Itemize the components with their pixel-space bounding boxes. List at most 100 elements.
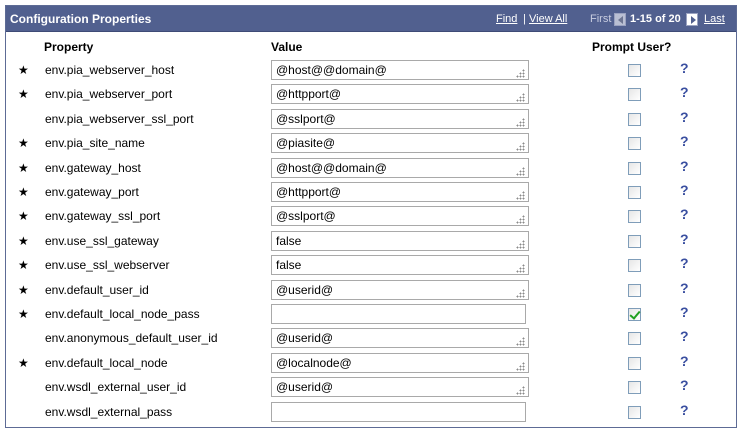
table-row: ★ env.default_user_id? xyxy=(6,280,736,302)
prompt-user-checkbox[interactable] xyxy=(628,235,641,248)
help-icon[interactable]: ? xyxy=(680,84,689,100)
table-row: env.wsdl_external_pass? xyxy=(6,402,736,424)
property-name: env.default_local_node xyxy=(45,356,168,370)
table-row: ★ env.pia_webserver_host? xyxy=(6,60,736,82)
property-value-input[interactable] xyxy=(271,280,529,300)
table-row: env.anonymous_default_user_id? xyxy=(6,328,736,350)
resize-grip-icon[interactable] xyxy=(516,69,525,78)
property-name: env.gateway_ssl_port xyxy=(45,209,161,223)
help-icon[interactable]: ? xyxy=(680,304,689,320)
help-icon[interactable]: ? xyxy=(680,206,689,222)
resize-grip-icon[interactable] xyxy=(516,337,525,346)
prompt-user-checkbox[interactable] xyxy=(628,284,641,297)
resize-grip-icon[interactable] xyxy=(516,93,525,102)
help-icon[interactable]: ? xyxy=(680,402,689,418)
property-name: env.pia_webserver_host xyxy=(45,63,175,77)
property-name: env.use_ssl_gateway xyxy=(45,234,159,248)
property-value-input[interactable] xyxy=(271,231,529,251)
prompt-user-checkbox[interactable] xyxy=(628,88,641,101)
property-value-input[interactable] xyxy=(271,60,529,80)
required-star-icon: ★ xyxy=(18,258,29,272)
property-name: env.wsdl_external_pass xyxy=(45,405,173,419)
property-name: env.default_local_node_pass xyxy=(45,307,200,321)
table-row: ★ env.pia_webserver_port? xyxy=(6,84,736,106)
required-star-icon: ★ xyxy=(18,185,29,199)
required-star-icon: ★ xyxy=(18,356,29,370)
property-name: env.wsdl_external_user_id xyxy=(45,380,187,394)
table-row: ★ env.use_ssl_webserver? xyxy=(6,255,736,277)
resize-grip-icon[interactable] xyxy=(516,191,525,200)
prompt-user-checkbox[interactable] xyxy=(628,308,641,321)
view-all-link[interactable]: View All xyxy=(529,13,567,25)
help-icon[interactable]: ? xyxy=(680,280,689,296)
resize-grip-icon[interactable] xyxy=(516,118,525,127)
table-row: ★ env.pia_site_name? xyxy=(6,133,736,155)
prompt-user-checkbox[interactable] xyxy=(628,64,641,77)
prompt-user-checkbox[interactable] xyxy=(628,162,641,175)
resize-grip-icon[interactable] xyxy=(516,264,525,273)
prompt-user-checkbox[interactable] xyxy=(628,381,641,394)
resize-grip-icon[interactable] xyxy=(516,215,525,224)
table-row: ★ env.gateway_host? xyxy=(6,158,736,180)
prompt-user-column-header: Prompt User? xyxy=(592,40,672,54)
help-icon[interactable]: ? xyxy=(680,255,689,271)
help-icon[interactable]: ? xyxy=(680,231,689,247)
help-icon[interactable]: ? xyxy=(680,158,689,174)
property-value-input[interactable] xyxy=(271,255,529,275)
value-column-header: Value xyxy=(271,40,303,54)
required-star-icon: ★ xyxy=(18,87,29,101)
property-name: env.use_ssl_webserver xyxy=(45,258,170,272)
property-name: env.pia_site_name xyxy=(45,136,145,150)
help-icon[interactable]: ? xyxy=(680,109,689,125)
property-name: env.pia_webserver_ssl_port xyxy=(45,112,194,126)
property-value-input[interactable] xyxy=(271,304,526,324)
property-value-input[interactable] xyxy=(271,328,529,348)
help-icon[interactable]: ? xyxy=(680,328,689,344)
help-icon[interactable]: ? xyxy=(680,377,689,393)
resize-grip-icon[interactable] xyxy=(516,240,525,249)
property-value-input[interactable] xyxy=(271,402,526,422)
help-icon[interactable]: ? xyxy=(680,353,689,369)
property-value-input[interactable] xyxy=(271,206,529,226)
prompt-user-checkbox[interactable] xyxy=(628,210,641,223)
resize-grip-icon[interactable] xyxy=(516,362,525,371)
resize-grip-icon[interactable] xyxy=(516,142,525,151)
prompt-user-checkbox[interactable] xyxy=(628,259,641,272)
prompt-user-checkbox[interactable] xyxy=(628,186,641,199)
required-star-icon: ★ xyxy=(18,136,29,150)
find-link[interactable]: Find xyxy=(496,13,517,25)
property-value-input[interactable] xyxy=(271,182,529,202)
resize-grip-icon[interactable] xyxy=(516,167,525,176)
table-row: ★ env.gateway_port? xyxy=(6,182,736,204)
resize-grip-icon[interactable] xyxy=(516,289,525,298)
property-value-input[interactable] xyxy=(271,158,529,178)
prompt-user-checkbox[interactable] xyxy=(628,406,641,419)
table-row: ★ env.default_local_node? xyxy=(6,353,736,375)
table-row: ★ env.default_local_node_pass? xyxy=(6,304,736,326)
required-star-icon: ★ xyxy=(18,63,29,77)
property-value-input[interactable] xyxy=(271,109,529,129)
property-name: env.anonymous_default_user_id xyxy=(45,331,218,345)
prompt-user-checkbox[interactable] xyxy=(628,332,641,345)
property-name: env.pia_webserver_port xyxy=(45,87,173,101)
help-icon[interactable]: ? xyxy=(680,60,689,76)
property-value-input[interactable] xyxy=(271,353,529,373)
prompt-user-checkbox[interactable] xyxy=(628,113,641,126)
prompt-user-checkbox[interactable] xyxy=(628,357,641,370)
configuration-properties-panel: Configuration Properties Find | View All… xyxy=(5,5,737,428)
help-icon[interactable]: ? xyxy=(680,182,689,198)
resize-grip-icon[interactable] xyxy=(516,386,525,395)
property-value-input[interactable] xyxy=(271,84,529,104)
property-name: env.gateway_host xyxy=(45,161,141,175)
nav-separator: | xyxy=(523,13,526,25)
next-arrow-icon[interactable] xyxy=(686,13,698,26)
property-value-input[interactable] xyxy=(271,133,529,153)
last-link[interactable]: Last xyxy=(704,13,725,25)
property-name: env.default_user_id xyxy=(45,283,149,297)
panel-header: Configuration Properties Find | View All… xyxy=(6,6,736,32)
property-value-input[interactable] xyxy=(271,377,529,397)
help-icon[interactable]: ? xyxy=(680,133,689,149)
first-label: First xyxy=(590,13,612,25)
prompt-user-checkbox[interactable] xyxy=(628,137,641,150)
required-star-icon: ★ xyxy=(18,283,29,297)
